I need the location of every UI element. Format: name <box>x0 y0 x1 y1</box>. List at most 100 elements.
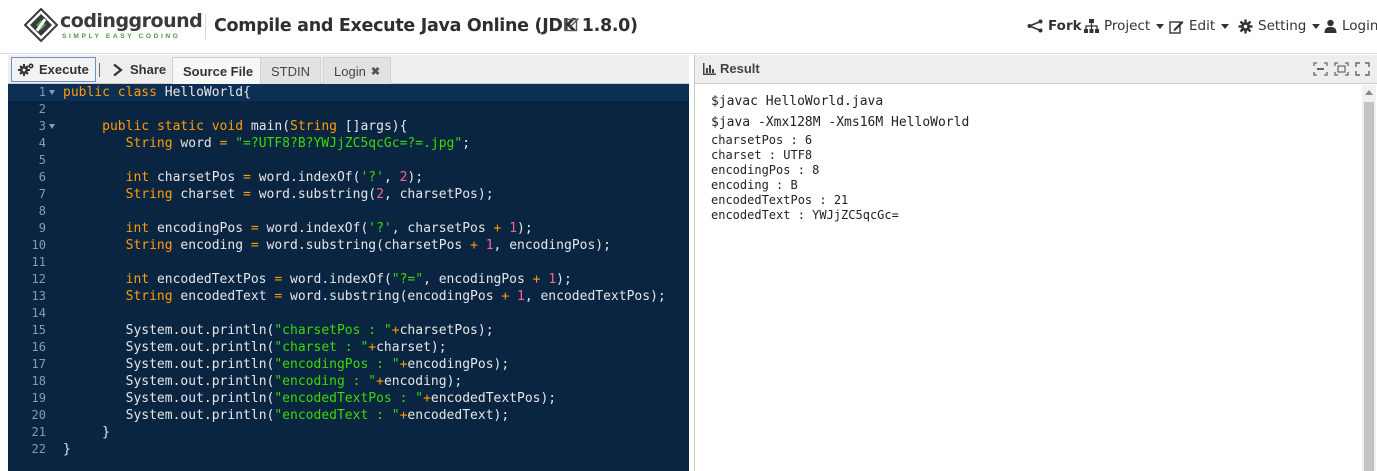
edit-icon <box>1169 20 1184 34</box>
output-line: charset : UTF8 <box>711 148 813 162</box>
logo[interactable]: codingground SIMPLY EASY CODING <box>24 8 203 46</box>
project-menu[interactable]: Project <box>1084 16 1165 36</box>
line-number: 8 <box>38 204 46 218</box>
code-line[interactable]: 15 System.out.println("charsetPos : "+ch… <box>8 322 689 339</box>
code-text: public static void main(String []args){ <box>102 119 408 134</box>
code-line[interactable]: 5 <box>8 152 689 169</box>
code-text: String encodedText = word.substring(enco… <box>125 289 666 304</box>
tab-source-file[interactable]: Source File <box>172 57 265 84</box>
line-number: 5 <box>38 153 46 167</box>
result-toolbar: Result <box>695 55 1377 84</box>
line-number: 17 <box>31 357 46 371</box>
chevron-down-icon <box>1312 23 1321 29</box>
share-button[interactable]: Share <box>105 57 172 82</box>
editor-toolbar: Execute Share Source File STDIN Login ✖ <box>8 55 689 84</box>
execute-button[interactable]: Execute <box>11 57 96 82</box>
line-number: 19 <box>31 391 46 405</box>
close-icon[interactable]: ✖ <box>371 65 380 78</box>
code-line[interactable]: 18 System.out.println("encoding : "+enco… <box>8 373 689 390</box>
line-number: 11 <box>31 255 46 269</box>
code-text: } <box>63 425 110 440</box>
code-text: public class HelloWorld{ <box>63 85 251 100</box>
fork-label: Fork <box>1048 18 1082 34</box>
code-line[interactable]: 3 public static void main(String []args)… <box>8 118 689 135</box>
login-button[interactable]: Login <box>1324 16 1377 36</box>
code-line[interactable]: 6 int charsetPos = word.indexOf('?', 2); <box>8 169 689 186</box>
minimize-icon[interactable] <box>1313 62 1328 76</box>
fork-icon <box>1027 19 1043 33</box>
code-line[interactable]: 16 System.out.println("charset : "+chars… <box>8 339 689 356</box>
user-icon <box>1324 19 1337 33</box>
line-number: 7 <box>38 187 46 201</box>
fold-toggle-icon[interactable] <box>49 90 55 95</box>
code-line[interactable]: 1 public class HelloWorld{ <box>8 84 689 101</box>
line-number: 20 <box>31 408 46 422</box>
tab-login-label: Login <box>334 63 366 79</box>
line-number: 1 <box>38 85 46 99</box>
chevron-right-icon <box>113 63 123 76</box>
edit-menu[interactable]: Edit <box>1169 16 1230 36</box>
line-number: 21 <box>31 425 46 439</box>
code-text: String charset = word.substring(2, chars… <box>125 187 494 202</box>
scroll-thumb[interactable] <box>1364 102 1374 471</box>
output-line: encoding : B <box>711 178 798 192</box>
execute-label: Execute <box>39 62 89 77</box>
maximize-icon[interactable] <box>1355 62 1370 76</box>
code-text: System.out.println("encodingPos : "+enco… <box>125 357 510 372</box>
code-line[interactable]: 2 <box>8 101 689 118</box>
tab-stdin-label: STDIN <box>271 63 310 79</box>
fork-button[interactable]: Fork <box>1027 16 1082 36</box>
code-text: System.out.println("charsetPos : "+chars… <box>125 323 494 338</box>
code-text: int encodedTextPos = word.indexOf("?=", … <box>125 272 572 287</box>
logo-tagline: SIMPLY EASY CODING <box>62 33 181 40</box>
line-number: 10 <box>31 238 46 252</box>
setting-label: Setting <box>1258 18 1307 34</box>
code-text: System.out.println("encodedTextPos : "+e… <box>125 391 557 406</box>
code-line[interactable]: 22} <box>8 441 689 458</box>
restore-icon[interactable] <box>1334 62 1349 76</box>
code-line[interactable]: 20 System.out.println("encodedText : "+e… <box>8 407 689 424</box>
code-line[interactable]: 9 int encodingPos = word.indexOf('?', ch… <box>8 220 689 237</box>
share-label: Share <box>130 62 167 77</box>
fold-toggle-icon[interactable] <box>49 124 55 129</box>
code-line[interactable]: 19 System.out.println("encodedTextPos : … <box>8 390 689 407</box>
chevron-down-icon <box>1156 23 1165 29</box>
code-line[interactable]: 12 int encodedTextPos = word.indexOf("?=… <box>8 271 689 288</box>
setting-menu[interactable]: Setting <box>1238 16 1321 36</box>
line-number: 22 <box>31 442 46 456</box>
tab-login[interactable]: Login ✖ <box>323 57 392 84</box>
edit-title-icon[interactable] <box>564 16 580 32</box>
code-line[interactable]: 17 System.out.println("encodingPos : "+e… <box>8 356 689 373</box>
scroll-up-icon[interactable] <box>1365 90 1373 95</box>
code-text: System.out.println("encoding : "+encodin… <box>125 374 463 389</box>
code-text: int charsetPos = word.indexOf('?', 2); <box>125 170 424 185</box>
code-line[interactable]: 7 String charset = word.substring(2, cha… <box>8 186 689 203</box>
line-number: 16 <box>31 340 46 354</box>
code-line[interactable]: 8 <box>8 203 689 220</box>
result-title-label: Result <box>720 61 760 76</box>
chevron-down-icon <box>1221 23 1230 29</box>
tab-stdin[interactable]: STDIN <box>260 57 321 84</box>
code-line[interactable]: 21 } <box>8 424 689 441</box>
line-number: 12 <box>31 272 46 286</box>
code-line[interactable]: 14 <box>8 305 689 322</box>
result-scrollbar[interactable] <box>1362 85 1376 471</box>
line-number: 4 <box>38 136 46 150</box>
line-number: 14 <box>31 306 46 320</box>
code-line[interactable]: 13 String encodedText = word.substring(e… <box>8 288 689 305</box>
code-text: } <box>63 442 71 457</box>
run-command: $java -Xmx128M -Xms16M HelloWorld <box>711 115 970 130</box>
output-line: encodedText : YWJjZC5qcGc= <box>711 208 899 222</box>
code-line[interactable]: 4 String word = "=?UTF8?B?YWJjZC5qcGc=?=… <box>8 135 689 152</box>
line-number: 6 <box>38 170 46 184</box>
result-title: Result <box>703 61 760 76</box>
code-text: int encodingPos = word.indexOf('?', char… <box>125 221 533 236</box>
output-line: encodedTextPos : 21 <box>711 193 849 207</box>
header-divider <box>205 14 206 40</box>
code-editor[interactable]: 1 public class HelloWorld{2 3 public stati… <box>8 84 689 471</box>
code-line[interactable]: 11 <box>8 254 689 271</box>
login-label: Login <box>1342 18 1377 34</box>
project-label: Project <box>1104 18 1151 34</box>
code-line[interactable]: 10 String encoding = word.substring(char… <box>8 237 689 254</box>
toolbar-separator <box>99 63 100 77</box>
